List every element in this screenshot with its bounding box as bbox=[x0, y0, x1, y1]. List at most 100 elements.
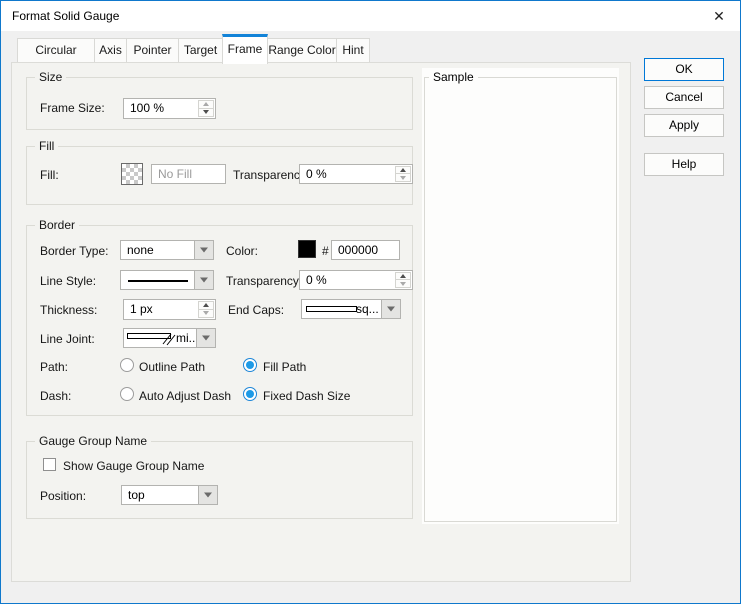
tab-target[interactable]: Target bbox=[178, 38, 223, 63]
show-gauge-group-name-checkbox[interactable] bbox=[43, 458, 56, 471]
cancel-button[interactable]: Cancel bbox=[644, 86, 724, 109]
arrow-up-icon bbox=[203, 102, 209, 106]
square-end-cap-icon bbox=[306, 304, 358, 314]
position-value: top bbox=[128, 486, 145, 504]
frame-size-value: 100 % bbox=[130, 99, 164, 118]
tab-pointer[interactable]: Pointer bbox=[126, 38, 179, 63]
end-caps-label: End Caps: bbox=[228, 303, 284, 317]
frame-size-spin-buttons bbox=[198, 100, 214, 117]
position-dropdown[interactable]: top bbox=[121, 485, 218, 505]
dialog-format-solid-gauge: Format Solid Gauge ✕ Circular Graph Axis… bbox=[0, 0, 741, 604]
ok-button[interactable]: OK bbox=[644, 58, 724, 81]
show-gauge-group-name-label: Show Gauge Group Name bbox=[63, 459, 204, 473]
close-icon[interactable]: ✕ bbox=[706, 5, 732, 27]
fixed-dash-size-label: Fixed Dash Size bbox=[263, 389, 350, 403]
auto-adjust-dash-radio[interactable] bbox=[120, 387, 134, 401]
border-transparency-spin-buttons bbox=[395, 272, 411, 288]
line-joint-dropdown[interactable]: mi... bbox=[123, 328, 216, 348]
sample-group-title: Sample bbox=[429, 70, 478, 84]
miter-joint-icon bbox=[127, 332, 179, 346]
fill-path-radio[interactable] bbox=[243, 358, 257, 372]
tab-label: Frame bbox=[228, 42, 263, 56]
thickness-value: 1 px bbox=[130, 300, 153, 319]
fill-transparency-spin-buttons bbox=[395, 166, 411, 182]
arrow-down-icon bbox=[203, 110, 209, 114]
fill-path-label: Fill Path bbox=[263, 360, 306, 374]
spin-up-button[interactable] bbox=[198, 301, 214, 310]
spin-up-button[interactable] bbox=[395, 166, 411, 174]
border-type-dropdown[interactable]: none bbox=[120, 240, 214, 260]
thickness-spin-buttons bbox=[198, 301, 214, 318]
tab-label: Pointer bbox=[133, 43, 171, 57]
solid-line-icon bbox=[128, 280, 188, 282]
position-label: Position: bbox=[40, 489, 86, 503]
line-joint-label: Line Joint: bbox=[40, 332, 95, 346]
chevron-down-icon[interactable] bbox=[381, 300, 400, 318]
chevron-down-icon[interactable] bbox=[198, 486, 217, 504]
fill-value-field[interactable]: No Fill bbox=[151, 164, 226, 184]
frame-size-spinner[interactable]: 100 % bbox=[123, 98, 216, 119]
spin-down-button[interactable] bbox=[198, 109, 214, 118]
spin-up-button[interactable] bbox=[198, 100, 214, 109]
thickness-spinner[interactable]: 1 px bbox=[123, 299, 216, 320]
fixed-dash-size-radio[interactable] bbox=[243, 387, 257, 401]
border-color-hex-input[interactable]: 000000 bbox=[331, 240, 400, 260]
tab-axis[interactable]: Axis bbox=[94, 38, 127, 63]
gauge-group-name-title: Gauge Group Name bbox=[35, 434, 151, 448]
border-transparency-value: 0 % bbox=[306, 271, 327, 290]
color-hash-label: # bbox=[322, 244, 329, 258]
size-group-title: Size bbox=[35, 70, 66, 84]
chevron-down-icon[interactable] bbox=[196, 329, 215, 347]
end-caps-dropdown[interactable]: sq... bbox=[301, 299, 401, 319]
border-color-hex-value: 000000 bbox=[338, 241, 378, 260]
apply-button[interactable]: Apply bbox=[644, 114, 724, 137]
border-type-value: none bbox=[127, 241, 154, 259]
arrow-down-icon bbox=[400, 176, 406, 180]
border-transparency-spinner[interactable]: 0 % bbox=[299, 270, 413, 290]
arrow-up-icon bbox=[203, 303, 209, 307]
chevron-down-icon[interactable] bbox=[194, 271, 213, 289]
path-label: Path: bbox=[40, 360, 68, 374]
auto-adjust-dash-label: Auto Adjust Dash bbox=[139, 389, 231, 403]
end-caps-value: sq... bbox=[356, 300, 379, 318]
fill-transparency-value: 0 % bbox=[306, 165, 327, 184]
frame-size-label: Frame Size: bbox=[40, 101, 105, 115]
spin-up-button[interactable] bbox=[395, 272, 411, 280]
dialog-title: Format Solid Gauge bbox=[12, 9, 119, 23]
thickness-label: Thickness: bbox=[40, 303, 97, 317]
fill-group: Fill Fill: No Fill Transparency: 0 % bbox=[26, 146, 413, 205]
sample-group: Sample bbox=[422, 68, 619, 524]
fill-value: No Fill bbox=[158, 165, 192, 184]
outline-path-label: Outline Path bbox=[139, 360, 205, 374]
arrow-up-icon bbox=[400, 168, 406, 172]
tab-frame[interactable]: Frame bbox=[222, 34, 268, 64]
outline-path-radio[interactable] bbox=[120, 358, 134, 372]
fill-color-swatch-icon[interactable] bbox=[121, 163, 143, 185]
border-group: Border Border Type: none Color: # 000000… bbox=[26, 225, 413, 416]
frame-tab-panel: Size Frame Size: 100 % Fill Fill: No Fil… bbox=[11, 62, 631, 582]
fill-label: Fill: bbox=[40, 168, 59, 182]
spin-down-button[interactable] bbox=[395, 280, 411, 288]
border-group-title: Border bbox=[35, 218, 79, 232]
sample-preview-area bbox=[424, 77, 617, 522]
fill-transparency-spinner[interactable]: 0 % bbox=[299, 164, 413, 184]
chevron-down-icon[interactable] bbox=[194, 241, 213, 259]
fill-group-title: Fill bbox=[35, 139, 58, 153]
line-style-label: Line Style: bbox=[40, 274, 96, 288]
tab-circular-graph[interactable]: Circular Graph bbox=[17, 38, 95, 63]
help-button[interactable]: Help bbox=[644, 153, 724, 176]
arrow-down-icon bbox=[203, 311, 209, 315]
spin-down-button[interactable] bbox=[198, 310, 214, 319]
tab-label: Axis bbox=[99, 43, 122, 57]
border-type-label: Border Type: bbox=[40, 244, 108, 258]
tab-hint[interactable]: Hint bbox=[336, 38, 370, 63]
tab-label: Hint bbox=[342, 43, 363, 57]
tab-range-color[interactable]: Range Color bbox=[267, 38, 337, 63]
spin-down-button[interactable] bbox=[395, 174, 411, 182]
border-color-label: Color: bbox=[226, 244, 258, 258]
border-color-swatch[interactable] bbox=[298, 240, 316, 258]
tab-label: Target bbox=[184, 43, 217, 57]
line-style-dropdown[interactable] bbox=[120, 270, 214, 290]
gauge-group-name-group: Gauge Group Name Show Gauge Group Name P… bbox=[26, 441, 413, 519]
size-group: Size Frame Size: 100 % bbox=[26, 77, 413, 130]
